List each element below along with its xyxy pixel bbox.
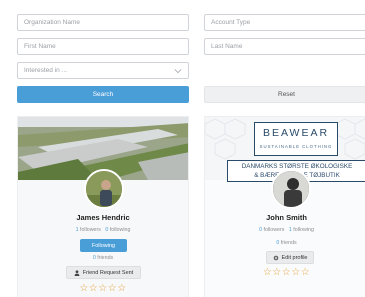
- follow-stats: 1 followers 0 following: [17, 227, 189, 233]
- followers-label: followers: [80, 227, 101, 233]
- avatar[interactable]: [84, 169, 124, 209]
- following-count: 1: [288, 227, 292, 233]
- last-name-placeholder: Last Name: [211, 43, 243, 50]
- reset-button[interactable]: Reset: [204, 86, 365, 103]
- friends-label: friends: [97, 255, 114, 261]
- last-name-input[interactable]: Last Name: [204, 38, 365, 55]
- friends-count: 0: [276, 240, 280, 246]
- brand-tagline: SUSTAINABLE CLOTHING: [259, 144, 333, 149]
- search-button[interactable]: Search: [17, 86, 189, 103]
- person-photo: [273, 171, 309, 207]
- avatar[interactable]: [271, 169, 311, 209]
- interest-select[interactable]: Interested in ...: [17, 62, 189, 79]
- search-button-label: Search: [92, 91, 114, 98]
- account-type-placeholder: Account Type: [211, 19, 251, 26]
- brand-logo: BEAWEAR SUSTAINABLE CLOTHING: [254, 122, 338, 156]
- following-label: following: [109, 227, 131, 233]
- rating-stars[interactable]: ☆☆☆☆☆: [204, 267, 365, 278]
- friends-stats: 0 friends: [204, 240, 365, 246]
- friends-label: friends: [280, 240, 297, 246]
- edit-profile-button[interactable]: Edit profile: [266, 251, 314, 264]
- first-name-placeholder: First Name: [24, 43, 56, 50]
- friend-request-sent-label: Friend Request Sent: [82, 269, 134, 276]
- chevron-down-icon: [174, 69, 182, 74]
- followers-label: followers: [263, 227, 285, 233]
- friends-count: 0: [92, 255, 96, 261]
- organization-name-input[interactable]: Organization Name: [17, 14, 189, 31]
- friends-stats: 0 friends: [17, 255, 189, 261]
- profile-name[interactable]: James Hendric: [17, 213, 189, 222]
- first-name-input[interactable]: First Name: [17, 38, 189, 55]
- interest-placeholder: Interested in ...: [24, 67, 67, 74]
- profile-name[interactable]: John Smith: [204, 213, 365, 222]
- user-icon: [74, 269, 80, 276]
- followers-count: 1: [75, 227, 79, 233]
- follow-stats: 0 followers 1 following: [204, 227, 365, 233]
- edit-profile-label: Edit profile: [281, 254, 308, 261]
- person-photo: [86, 171, 122, 207]
- following-button[interactable]: Following: [80, 239, 127, 252]
- friend-request-sent-button[interactable]: Friend Request Sent: [66, 266, 141, 279]
- organization-name-placeholder: Organization Name: [24, 19, 80, 26]
- following-button-label: Following: [91, 242, 116, 249]
- followers-count: 0: [259, 227, 263, 233]
- following-count: 0: [105, 227, 109, 233]
- brand-name: BEAWEAR: [262, 127, 330, 139]
- account-type-input[interactable]: Account Type: [204, 14, 365, 31]
- gear-icon: [273, 255, 278, 260]
- rating-stars[interactable]: ☆☆☆☆☆: [17, 283, 189, 294]
- reset-button-label: Reset: [278, 91, 295, 98]
- following-label: following: [293, 227, 314, 233]
